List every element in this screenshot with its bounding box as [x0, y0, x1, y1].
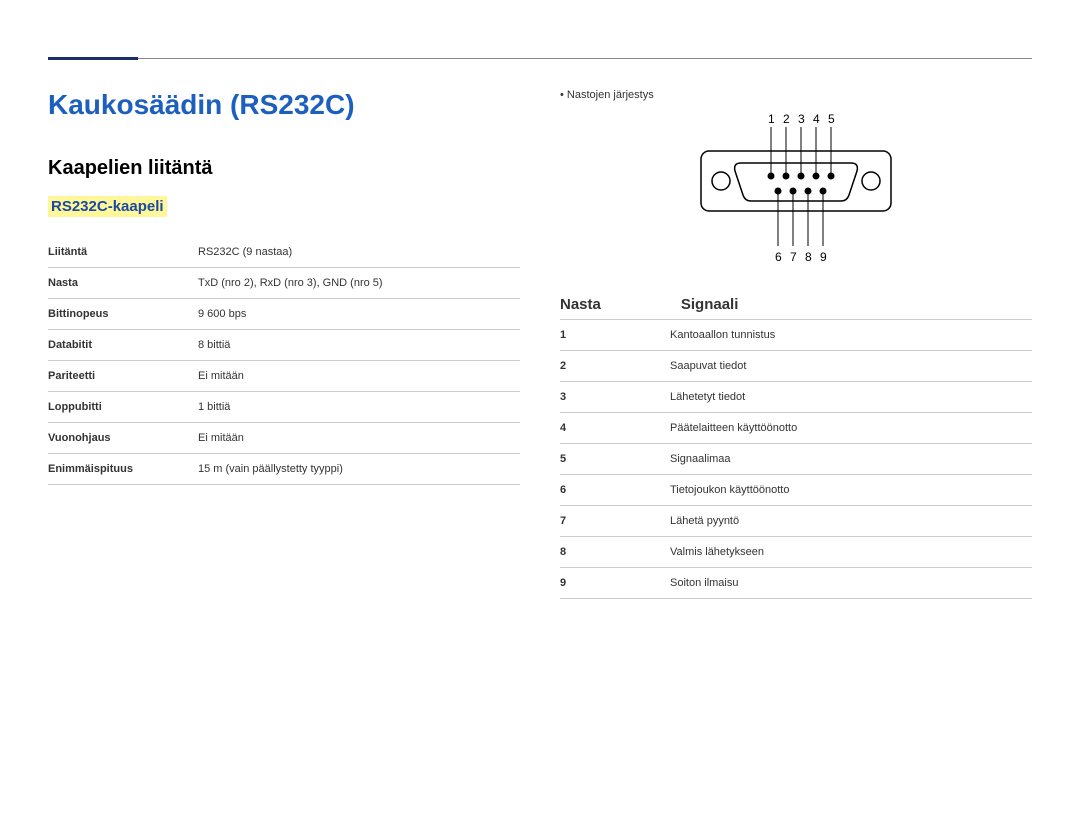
signal-name: Kantoaallon tunnistus: [670, 320, 1032, 351]
signal-table-header: Nasta Signaali: [560, 296, 1032, 313]
table-row: 3Lähetetyt tiedot: [560, 382, 1032, 413]
spec-value: 15 m (vain päällystetty tyyppi): [198, 454, 520, 485]
signal-table: 1Kantoaallon tunnistus2Saapuvat tiedot3L…: [560, 319, 1032, 599]
table-row: 4Päätelaitteen käyttöönotto: [560, 413, 1032, 444]
pin-num-2: 2: [783, 112, 790, 126]
table-row: Databitit8 bittiä: [48, 330, 520, 361]
signal-name: Valmis lähetykseen: [670, 537, 1032, 568]
spec-label: Nasta: [48, 268, 198, 299]
signal-pin: 8: [560, 537, 670, 568]
signal-header-pin: Nasta: [560, 296, 601, 313]
subsection-heading: RS232C-kaapeli: [48, 196, 167, 217]
signal-pin: 5: [560, 444, 670, 475]
signal-name: Lähetetyt tiedot: [670, 382, 1032, 413]
table-row: PariteettiEi mitään: [48, 361, 520, 392]
left-column: Kaukosäädin (RS232C) Kaapelien liitäntä …: [48, 89, 520, 599]
spec-value: Ei mitään: [198, 423, 520, 454]
db9-connector-icon: 1 2 3 4 5: [681, 111, 911, 271]
signal-name: Tietojoukon käyttöönotto: [670, 475, 1032, 506]
pin-order-label: Nastojen järjestys: [560, 89, 1032, 101]
pin-num-1: 1: [768, 112, 775, 126]
pin-num-8: 8: [805, 250, 812, 264]
pin-num-5: 5: [828, 112, 835, 126]
signal-pin: 6: [560, 475, 670, 506]
signal-name: Soiton ilmaisu: [670, 568, 1032, 599]
spec-label: Vuonohjaus: [48, 423, 198, 454]
pin-num-3: 3: [798, 112, 805, 126]
signal-pin: 3: [560, 382, 670, 413]
spec-value: Ei mitään: [198, 361, 520, 392]
table-row: Bittinopeus9 600 bps: [48, 299, 520, 330]
signal-name: Signaalimaa: [670, 444, 1032, 475]
page-title: Kaukosäädin (RS232C): [48, 89, 520, 121]
spec-value: 9 600 bps: [198, 299, 520, 330]
table-row: 6Tietojoukon käyttöönotto: [560, 475, 1032, 506]
signal-pin: 7: [560, 506, 670, 537]
pin-num-7: 7: [790, 250, 797, 264]
table-row: NastaTxD (nro 2), RxD (nro 3), GND (nro …: [48, 268, 520, 299]
spec-label: Loppubitti: [48, 392, 198, 423]
pin-num-6: 6: [775, 250, 782, 264]
table-row: 2Saapuvat tiedot: [560, 351, 1032, 382]
table-row: 1Kantoaallon tunnistus: [560, 320, 1032, 351]
table-row: 7Lähetä pyyntö: [560, 506, 1032, 537]
signal-pin: 9: [560, 568, 670, 599]
section-heading: Kaapelien liitäntä: [48, 157, 520, 180]
spec-value: 1 bittiä: [198, 392, 520, 423]
table-row: LiitäntäRS232C (9 nastaa): [48, 237, 520, 268]
connector-diagram: 1 2 3 4 5: [560, 111, 1032, 276]
table-row: Enimmäispituus15 m (vain päällystetty ty…: [48, 454, 520, 485]
signal-header-signal: Signaali: [681, 296, 739, 313]
spec-value: RS232C (9 nastaa): [198, 237, 520, 268]
spec-label: Pariteetti: [48, 361, 198, 392]
signal-name: Saapuvat tiedot: [670, 351, 1032, 382]
header-rule: [48, 58, 1032, 59]
spec-label: Enimmäispituus: [48, 454, 198, 485]
signal-name: Päätelaitteen käyttöönotto: [670, 413, 1032, 444]
pin-num-4: 4: [813, 112, 820, 126]
spec-value: TxD (nro 2), RxD (nro 3), GND (nro 5): [198, 268, 520, 299]
pin-num-9: 9: [820, 250, 827, 264]
table-row: Loppubitti1 bittiä: [48, 392, 520, 423]
signal-pin: 1: [560, 320, 670, 351]
table-row: VuonohjausEi mitään: [48, 423, 520, 454]
signal-pin: 4: [560, 413, 670, 444]
spec-label: Databitit: [48, 330, 198, 361]
spec-table: LiitäntäRS232C (9 nastaa)NastaTxD (nro 2…: [48, 237, 520, 485]
right-column: Nastojen järjestys 1 2 3 4 5: [560, 89, 1032, 599]
signal-name: Lähetä pyyntö: [670, 506, 1032, 537]
table-row: 8Valmis lähetykseen: [560, 537, 1032, 568]
spec-value: 8 bittiä: [198, 330, 520, 361]
table-row: 5Signaalimaa: [560, 444, 1032, 475]
signal-pin: 2: [560, 351, 670, 382]
page-content: Kaukosäädin (RS232C) Kaapelien liitäntä …: [0, 59, 1080, 599]
table-row: 9Soiton ilmaisu: [560, 568, 1032, 599]
spec-label: Liitäntä: [48, 237, 198, 268]
spec-label: Bittinopeus: [48, 299, 198, 330]
